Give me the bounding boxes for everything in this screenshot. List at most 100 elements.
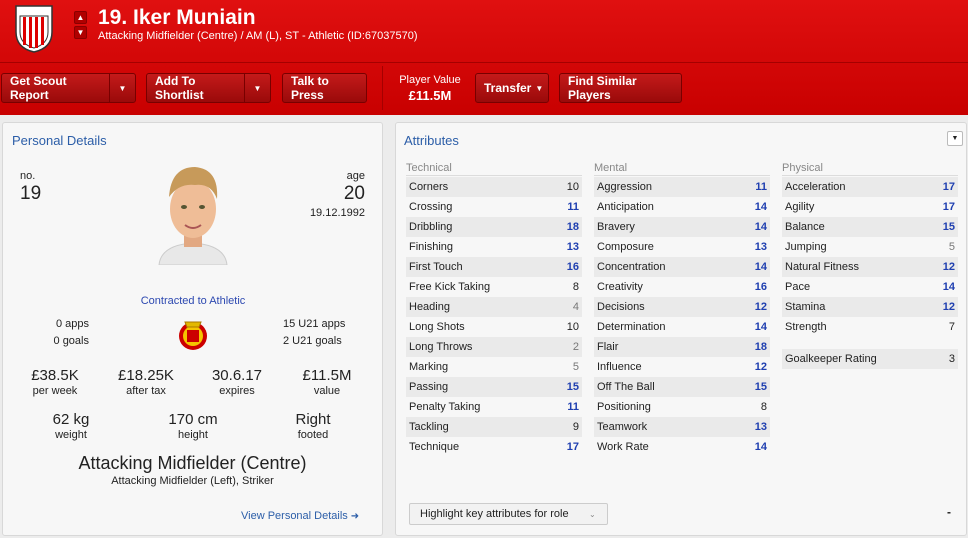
attribute-row: Aggression 11: [594, 177, 770, 197]
age-value: 20: [343, 183, 365, 204]
contract-expiry-label: expires: [219, 385, 255, 397]
height-label: height: [178, 429, 208, 441]
attribute-row: Pace 14: [782, 277, 958, 297]
attribute-row: Long Shots 10: [406, 317, 582, 337]
attribute-row: Passing 15: [406, 377, 582, 397]
dropdown-arrow-icon[interactable]: ▼: [109, 74, 135, 102]
attribute-name: Corners: [409, 181, 449, 193]
chevron-up-icon[interactable]: ▲: [74, 11, 87, 24]
attribute-value: 10: [566, 321, 579, 333]
attribute-name: Composure: [597, 241, 654, 253]
player-header: ▲ ▼ 19. Iker Muniain Attacking Midfielde…: [0, 0, 968, 115]
attribute-value: 16: [566, 261, 579, 273]
mental-header: Mental: [594, 162, 628, 174]
preferred-foot-value: Right: [295, 411, 331, 428]
highlight-role-dropdown[interactable]: Highlight key attributes for role ⌄: [409, 503, 608, 525]
scout-report-label: Get Scout Report: [10, 74, 67, 102]
number-label: no.: [20, 170, 36, 182]
after-tax-value: £18.25K: [118, 367, 174, 384]
attribute-row: Anticipation 14: [594, 197, 770, 217]
attribute-row: Jumping 5: [782, 237, 958, 257]
attribute-value: 13: [754, 421, 767, 433]
add-to-shortlist-button[interactable]: Add To Shortlist ▼: [146, 73, 271, 103]
attribute-name: Dribbling: [409, 221, 453, 233]
dropdown-arrow-icon: ▼: [535, 83, 544, 93]
height-value: 170 cm: [168, 411, 218, 428]
physical-header: Physical: [782, 162, 823, 174]
goals: 0 goals: [53, 335, 89, 347]
column-divider: [782, 175, 958, 176]
attribute-name: Acceleration: [785, 181, 846, 193]
attribute-value: 5: [572, 361, 579, 373]
mental-attributes-list: Aggression 11 Anticipation 14 Bravery 14 Compo…: [594, 177, 770, 457]
attribute-row: Agility 17: [782, 197, 958, 217]
attribute-row: Balance 15: [782, 217, 958, 237]
attribute-value: 5: [948, 241, 955, 253]
find-similar-players-button[interactable]: Find Similar Players: [559, 73, 682, 103]
attribute-name: Influence: [597, 361, 642, 373]
attribute-value: 2: [572, 341, 579, 353]
transfer-button[interactable]: Transfer ▼: [475, 73, 549, 103]
attribute-name: Balance: [785, 221, 825, 233]
similar-label: Find Similar Players: [568, 74, 637, 102]
attribute-row: Concentration 14: [594, 257, 770, 277]
attribute-row: Teamwork 13: [594, 417, 770, 437]
talk-to-press-button[interactable]: Talk to Press: [282, 73, 367, 103]
technical-attributes-list: Corners 10 Crossing 11 Dribbling 18 Finishing 1…: [406, 177, 582, 457]
attribute-value: 11: [567, 201, 579, 213]
attribute-name: First Touch: [409, 261, 463, 273]
attribute-name: Flair: [597, 341, 619, 353]
attribute-row: Positioning 8: [594, 397, 770, 417]
attribute-name: Off The Ball: [597, 381, 655, 393]
attribute-name: Long Shots: [409, 321, 465, 333]
attribute-value: 9: [572, 421, 579, 433]
attribute-row: Crossing 11: [406, 197, 582, 217]
attribute-value: 4: [572, 301, 579, 313]
panel-options-dropdown-icon[interactable]: ▼: [947, 131, 963, 146]
attribute-value: 14: [942, 281, 955, 293]
player-name: 19. Iker Muniain: [98, 6, 256, 29]
column-divider: [594, 175, 770, 176]
scout-report-button[interactable]: Get Scout Report ▼: [1, 73, 136, 103]
attribute-value: 14: [754, 261, 767, 273]
toolbar-divider: [382, 66, 383, 110]
attribute-name: Work Rate: [597, 441, 649, 453]
attribute-value: 15: [566, 381, 579, 393]
attribute-name: Tackling: [409, 421, 449, 433]
attribute-value: 10: [566, 181, 579, 193]
attribute-value: 14: [754, 441, 767, 453]
dropdown-arrow-icon[interactable]: ▼: [244, 74, 270, 102]
attribute-name: Aggression: [597, 181, 653, 193]
contract-status: Contracted to Athletic: [140, 295, 246, 307]
attribute-name: Jumping: [785, 241, 827, 253]
attribute-value: 7: [948, 321, 955, 333]
attribute-value: 13: [566, 241, 579, 253]
wage-value: £38.5K: [31, 367, 79, 384]
national-team-badge-icon: [179, 321, 207, 350]
attribute-name: Technique: [409, 441, 460, 453]
attribute-row: Flair 18: [594, 337, 770, 357]
personal-details-panel: Personal Details no. 19 age 20 19.12.199…: [2, 122, 383, 536]
attribute-row: Dribbling 18: [406, 217, 582, 237]
attributes-title: Attributes: [404, 133, 459, 148]
u21-goals: 2 U21 goals: [283, 335, 342, 347]
attribute-row: Decisions 12: [594, 297, 770, 317]
attribute-row: Heading 4: [406, 297, 582, 317]
view-personal-details-link[interactable]: View Personal Details ➜: [241, 510, 359, 522]
attributes-panel: Attributes ▼ Technical Mental Physical C…: [395, 122, 967, 536]
attribute-row: Natural Fitness 12: [782, 257, 958, 277]
goalkeeper-rating-value: 3: [948, 353, 955, 365]
weight-value: 62 kg: [52, 411, 90, 428]
attribute-row: Creativity 16: [594, 277, 770, 297]
player-value-display: Player Value £11.5M: [388, 74, 472, 103]
attribute-value: 18: [566, 221, 579, 233]
collapse-dash[interactable]: -: [947, 505, 951, 519]
attribute-row: Technique 17: [406, 437, 582, 457]
chevron-down-icon[interactable]: ▼: [74, 26, 87, 39]
personal-details-title: Personal Details: [12, 133, 107, 148]
date-of-birth: 19.12.1992: [309, 207, 365, 219]
attribute-row: Off The Ball 15: [594, 377, 770, 397]
attribute-row: First Touch 16: [406, 257, 582, 277]
attribute-value: 12: [754, 361, 767, 373]
attribute-name: Creativity: [597, 281, 643, 293]
